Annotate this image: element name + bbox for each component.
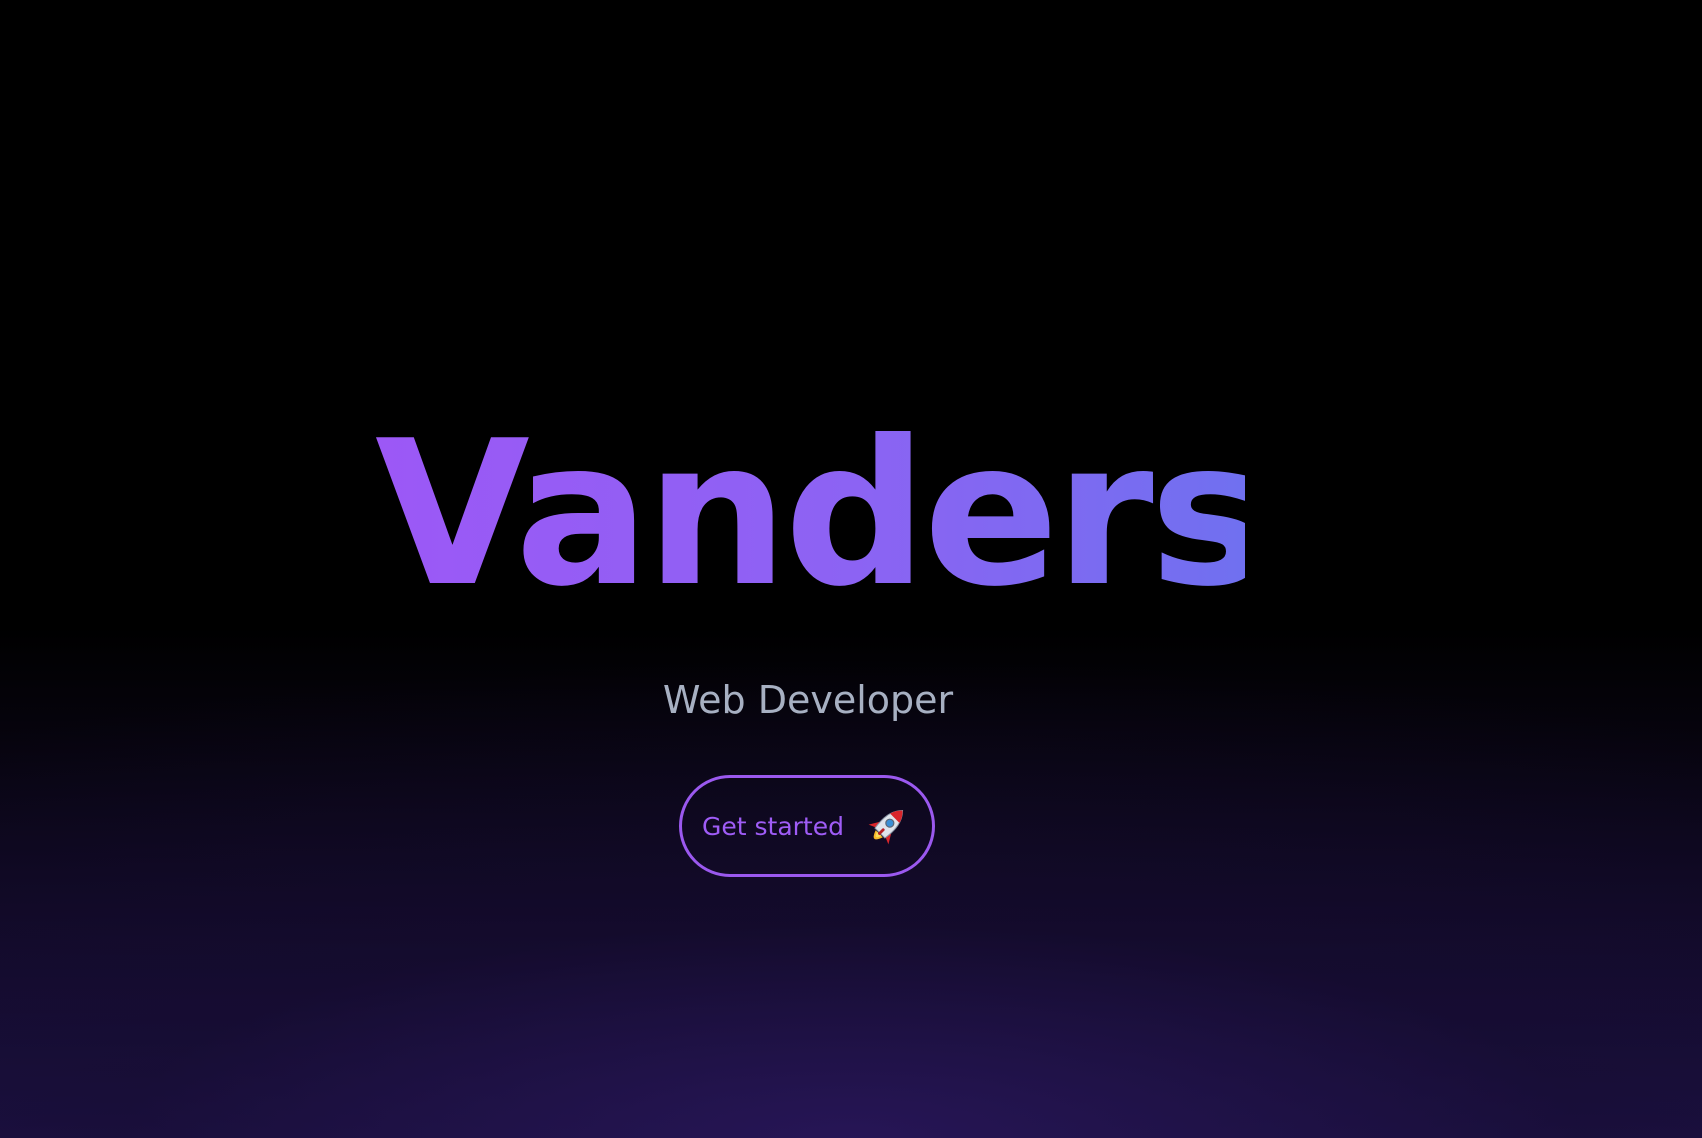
hero-name-heading: Vanderson [375,398,1540,631]
hero-section: Vanderson Web Developer Get started [0,0,1702,1138]
hero-role-subtitle: Web Developer [662,678,954,722]
get-started-button[interactable]: Get started [679,775,935,877]
get-started-label: Get started [702,811,844,841]
rocket-icon [862,801,912,851]
